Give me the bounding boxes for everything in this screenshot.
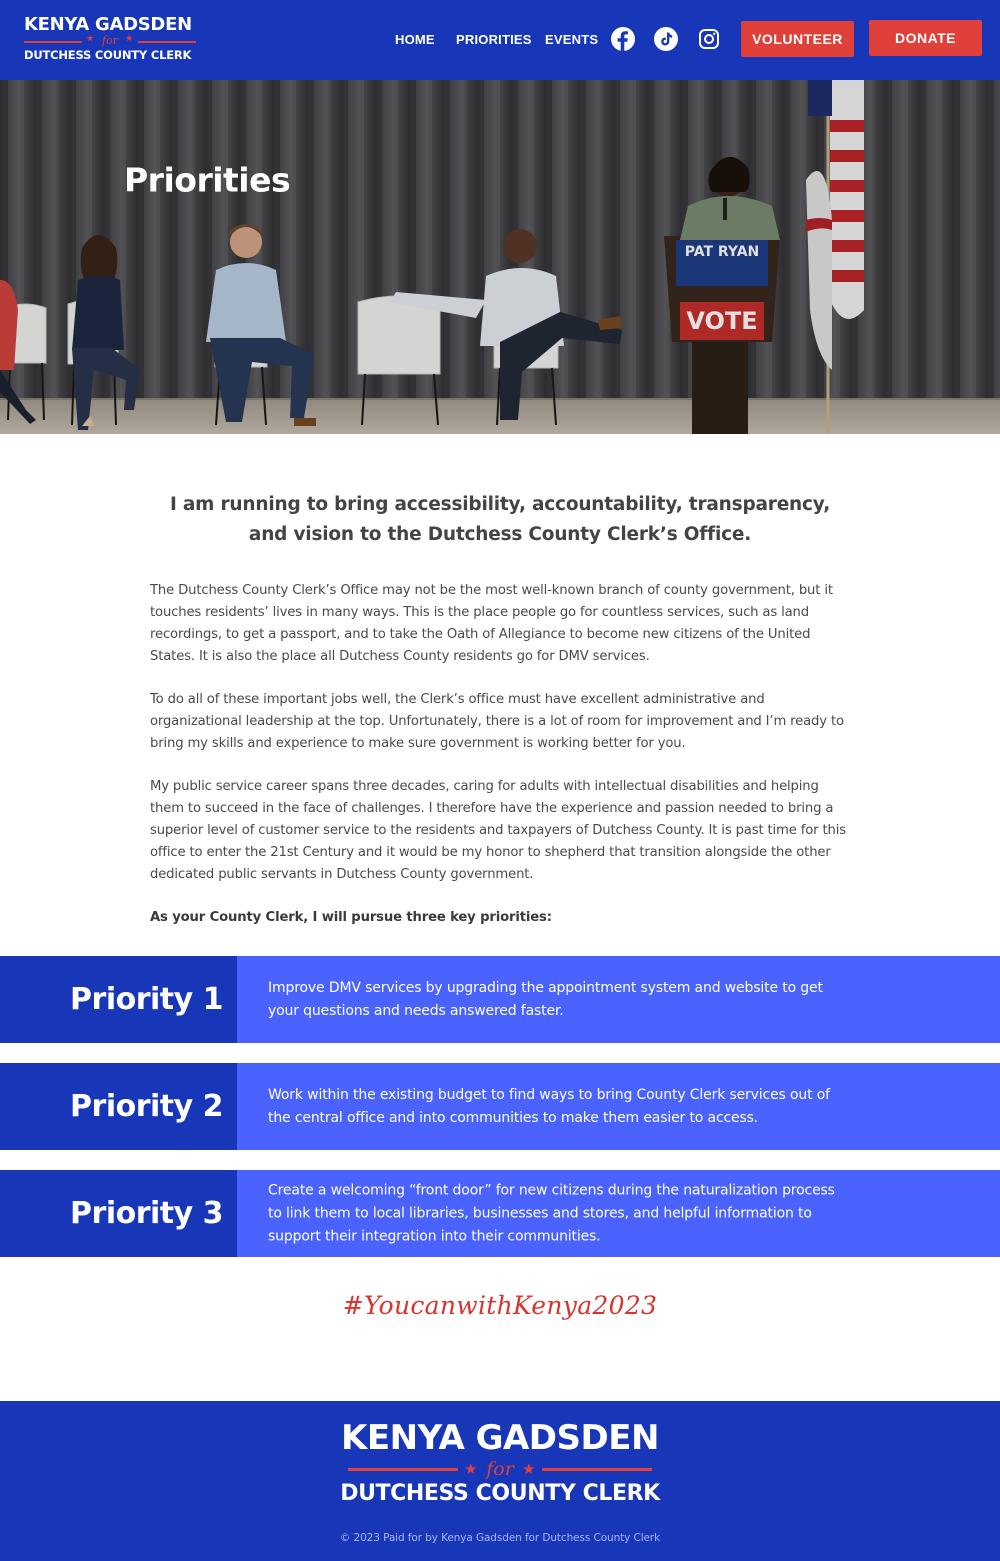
logo-office: DUTCHESS COUNTY CLERK [24,48,192,62]
nav-priorities[interactable]: PRIORITIES [456,32,532,47]
priority-label: Priority 2 [0,1063,237,1150]
nav-home[interactable]: HOME [395,32,435,47]
intro-paragraph: My public service career spans three dec… [150,779,846,882]
priority-text: Work within the existing budget to find … [268,1086,830,1126]
facebook-icon[interactable] [611,27,635,51]
copyright-text: © 2023 Paid for by Kenya Gadsden for Dut… [339,1532,661,1544]
page-title: Priorities [124,160,291,200]
intro-paragraph: The Dutchess County Clerk’s Office may n… [150,583,833,664]
priority-text: Improve DMV services by upgrading the ap… [268,979,823,1019]
footer-logo-name: KENYA GADSDEN [341,1418,659,1458]
instagram-icon[interactable] [697,27,721,51]
nav-events[interactable]: EVENTS [545,32,598,47]
intro-paragraph: To do all of these important jobs well, … [150,692,844,751]
logo-rule-right [138,41,196,43]
site-header: KENYA GADSDEN ★ for ★ DUTCHESS COUNTY CL… [0,0,1000,80]
priorities-lead-in: As your County Clerk, I will pursue thre… [150,910,552,925]
hero-banner: PAT RYAN VOTE Priorities [0,80,1000,434]
tiktok-icon[interactable] [654,27,678,51]
donate-button[interactable]: DONATE [869,20,982,56]
site-logo[interactable]: KENYA GADSDEN ★ for ★ DUTCHESS COUNTY CL… [24,14,196,66]
logo-for-row: ★ for ★ [24,34,196,48]
star-icon: ★ [522,1460,536,1478]
footer-logo[interactable]: KENYA GADSDEN ★ for ★ DUTCHESS COUNTY CL… [0,1418,1000,1508]
footer-for-row: ★ for ★ [348,1458,652,1480]
logo-name: KENYA GADSDEN [24,14,192,35]
campaign-hashtag: #YoucanwithKenya2023 [342,1291,658,1320]
priority-label: Priority 1 [0,956,237,1043]
volunteer-button[interactable]: VOLUNTEER [741,21,854,57]
priority-row-2: Priority 2 Work within the existing budg… [0,1063,1000,1150]
priority-label: Priority 3 [0,1170,237,1257]
footer-rule-right [542,1468,652,1471]
hero-photo: PAT RYAN VOTE [0,80,1000,434]
star-icon: ★ [125,34,134,44]
priority-text: Create a welcoming “front door” for new … [268,1182,835,1244]
intro-heading: I am running to bring accessibility, acc… [169,494,831,545]
priority-row-3: Priority 3 Create a welcoming “front doo… [0,1170,1000,1257]
intro-section: I am running to bring accessibility, acc… [0,434,1000,929]
priority-row-1: Priority 1 Improve DMV services by upgra… [0,956,1000,1043]
site-footer: KENYA GADSDEN ★ for ★ DUTCHESS COUNTY CL… [0,1401,1000,1561]
footer-logo-office: DUTCHESS COUNTY CLERK [340,1481,660,1506]
priority-list: Priority 1 Improve DMV services by upgra… [0,956,1000,1257]
intro-body: The Dutchess County Clerk’s Office may n… [150,580,850,929]
